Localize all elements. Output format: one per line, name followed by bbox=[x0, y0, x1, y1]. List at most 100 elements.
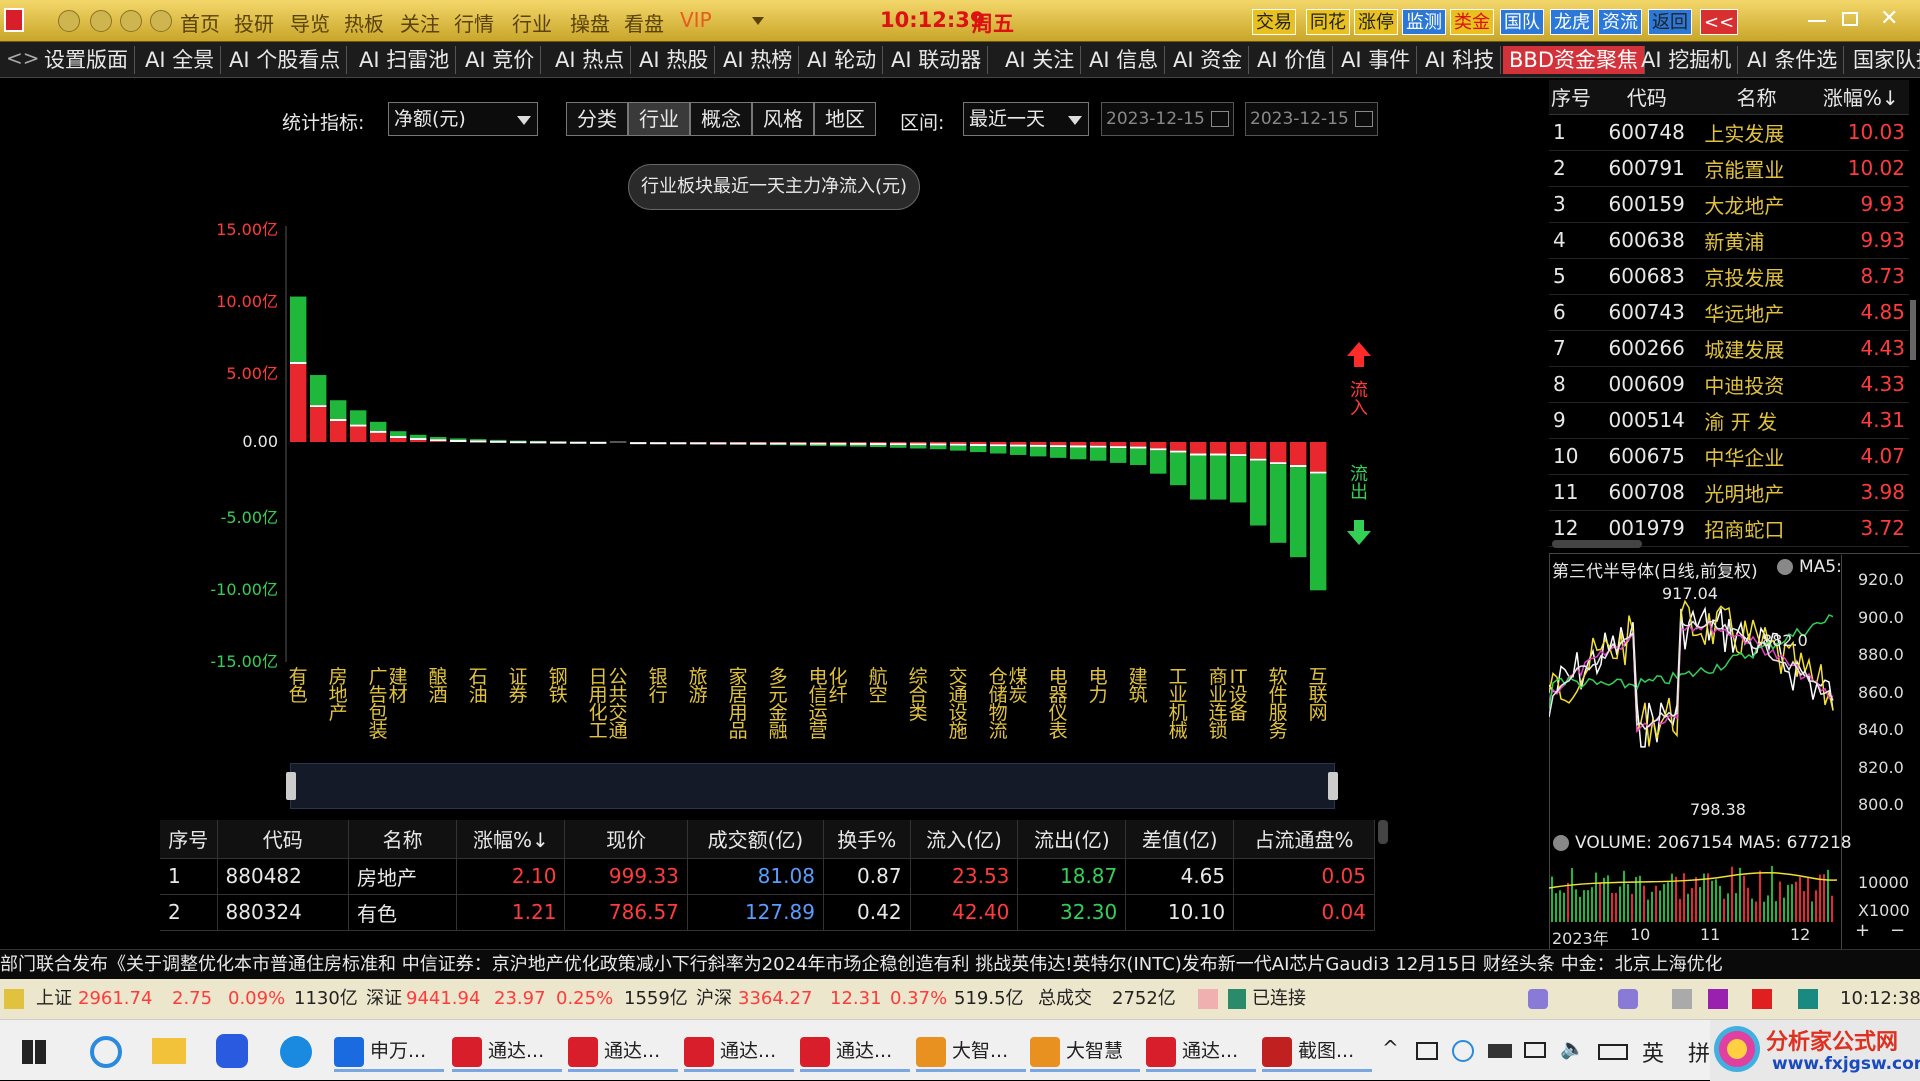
column-header[interactable]: 现价 bbox=[565, 820, 687, 858]
flow-bar[interactable] bbox=[1210, 442, 1226, 500]
stock-row[interactable]: 7600266城建发展4.43 bbox=[1549, 330, 1909, 366]
flow-bar[interactable] bbox=[870, 442, 886, 447]
column-header[interactable]: 代码 bbox=[1593, 80, 1700, 114]
flow-bar[interactable] bbox=[750, 442, 766, 445]
quick-button-8[interactable]: 返回 bbox=[1648, 9, 1692, 35]
stock-row[interactable]: 3600159大龙地产9.93 bbox=[1549, 186, 1909, 222]
stock-list-scrollbar[interactable] bbox=[1910, 300, 1916, 360]
tray-icon[interactable] bbox=[1416, 1042, 1438, 1060]
stock-row[interactable]: 11600708光明地产3.98 bbox=[1549, 474, 1909, 510]
flow-bar[interactable] bbox=[630, 442, 646, 444]
taskbar-app-2[interactable]: 通达... bbox=[568, 1030, 678, 1072]
app-blue-icon[interactable] bbox=[216, 1034, 248, 1068]
taskbar-app-4[interactable]: 通达... bbox=[800, 1030, 910, 1072]
zoom-in-icon[interactable]: + bbox=[1855, 920, 1870, 941]
table-row[interactable]: 1880482房地产2.10999.3381.080.8723.5318.874… bbox=[160, 858, 1375, 894]
column-header[interactable]: 流出(亿) bbox=[1018, 820, 1126, 858]
table-row[interactable]: 2880324有色1.21786.57127.890.4242.4032.301… bbox=[160, 894, 1375, 930]
flow-bar[interactable] bbox=[490, 440, 506, 443]
volume-icon[interactable]: 🔈 bbox=[1560, 1036, 1585, 1060]
flow-bar[interactable] bbox=[710, 442, 726, 444]
stock-row[interactable]: 5600683京投发展8.73 bbox=[1549, 258, 1909, 294]
flow-bar[interactable] bbox=[570, 442, 586, 444]
flow-bar[interactable] bbox=[530, 441, 546, 444]
tool-icon[interactable] bbox=[1672, 989, 1692, 1009]
flow-bar[interactable] bbox=[670, 442, 686, 444]
maximize-icon[interactable] bbox=[1842, 12, 1858, 26]
chart-range-slider[interactable] bbox=[290, 763, 1335, 809]
column-header[interactable]: 涨幅%↓ bbox=[1812, 80, 1909, 114]
range-handle-right[interactable] bbox=[1328, 772, 1338, 800]
stock-row[interactable]: 8000609中迪投资4.33 bbox=[1549, 366, 1909, 402]
minimize-icon[interactable] bbox=[1808, 20, 1826, 22]
flow-bar[interactable] bbox=[410, 435, 426, 442]
zoom-out-icon[interactable]: − bbox=[1890, 920, 1905, 941]
sz-name[interactable]: 深证 bbox=[366, 979, 402, 1019]
tool-icon[interactable] bbox=[1618, 989, 1638, 1009]
tray-icon[interactable] bbox=[1452, 1040, 1474, 1062]
flow-bar[interactable] bbox=[970, 442, 986, 452]
flow-bar[interactable] bbox=[1250, 442, 1266, 526]
column-header[interactable]: 成交额(亿) bbox=[687, 820, 823, 858]
flow-bar[interactable] bbox=[830, 442, 846, 446]
notify-icon[interactable] bbox=[1198, 989, 1218, 1009]
flow-bar[interactable] bbox=[1070, 442, 1086, 459]
alert-icon[interactable] bbox=[1752, 989, 1772, 1009]
flow-bar[interactable] bbox=[850, 442, 866, 447]
quick-button-3[interactable]: 监测 bbox=[1402, 9, 1446, 35]
stock-row[interactable]: 9000514渝 开 发4.31 bbox=[1549, 402, 1909, 438]
stock-list-hscroll[interactable] bbox=[1552, 540, 1642, 548]
flow-bar[interactable] bbox=[930, 442, 946, 449]
flow-bar[interactable] bbox=[990, 442, 1006, 454]
keyboard-icon[interactable] bbox=[1598, 1044, 1628, 1060]
column-header[interactable]: 序号 bbox=[1549, 80, 1593, 114]
flow-bar[interactable] bbox=[890, 442, 906, 448]
file-explorer-icon[interactable] bbox=[152, 1038, 186, 1064]
flow-bar[interactable] bbox=[910, 442, 926, 448]
settings-icon[interactable] bbox=[1777, 559, 1793, 575]
flow-bar[interactable] bbox=[790, 442, 806, 446]
hs-name[interactable]: 沪深 bbox=[696, 979, 732, 1019]
news-ticker[interactable]: 部门联合发布《关于调整优化本市普通住房标准和 中信证券：京沪地产优化政策减小下行… bbox=[0, 949, 1920, 979]
stock-row[interactable]: 1600748上实发展10.03 bbox=[1549, 114, 1909, 150]
stock-row[interactable]: 6600743华远地产4.85 bbox=[1549, 294, 1909, 330]
flow-bar[interactable] bbox=[1130, 442, 1146, 465]
column-header[interactable]: 涨幅%↓ bbox=[457, 820, 565, 858]
ime-label-2[interactable]: 拼 bbox=[1688, 1036, 1710, 1068]
tray-expand-icon[interactable]: ^ bbox=[1382, 1036, 1399, 1060]
column-header[interactable]: 流入(亿) bbox=[910, 820, 1018, 858]
flow-bar[interactable] bbox=[470, 439, 486, 442]
sh-name[interactable]: 上证 bbox=[36, 979, 72, 1019]
app-icon[interactable] bbox=[1798, 989, 1818, 1009]
column-header[interactable]: 差值(亿) bbox=[1126, 820, 1234, 858]
flow-bar[interactable] bbox=[1190, 442, 1206, 500]
display-icon[interactable] bbox=[1524, 1042, 1546, 1058]
quick-button-4[interactable]: 类金 bbox=[1450, 9, 1494, 35]
close-icon[interactable]: ✕ bbox=[1880, 6, 1898, 31]
quick-button-5[interactable]: 国队 bbox=[1500, 9, 1544, 35]
flow-bar[interactable] bbox=[290, 297, 306, 442]
column-header[interactable]: 换手% bbox=[823, 820, 910, 858]
flow-bar[interactable] bbox=[590, 442, 606, 444]
volume-toggle-icon[interactable] bbox=[1553, 835, 1569, 851]
flow-bar[interactable] bbox=[1230, 442, 1246, 502]
flow-bar[interactable] bbox=[550, 441, 566, 443]
taskbar-app-7[interactable]: 通达... bbox=[1146, 1030, 1256, 1072]
flow-bar[interactable] bbox=[810, 442, 826, 446]
flow-bar[interactable] bbox=[1270, 442, 1286, 543]
flow-bar[interactable] bbox=[1030, 442, 1046, 456]
table-scrollbar[interactable] bbox=[1378, 820, 1388, 844]
taskbar-app-5[interactable]: 大智... bbox=[916, 1030, 1026, 1072]
column-header[interactable]: 序号 bbox=[160, 820, 217, 858]
tool-icon[interactable] bbox=[1708, 989, 1728, 1009]
stock-row[interactable]: 10600675中华企业4.07 bbox=[1549, 438, 1909, 474]
taskbar-app-8[interactable]: 截图... bbox=[1262, 1030, 1372, 1072]
tab-19[interactable]: 国家队持 bbox=[1847, 46, 1920, 74]
tab-15[interactable]: AI 科技 bbox=[1419, 46, 1501, 74]
flow-bar[interactable] bbox=[1090, 442, 1106, 461]
column-header[interactable]: 名称 bbox=[1700, 80, 1812, 114]
taskbar-app-6[interactable]: 大智慧 bbox=[1030, 1030, 1140, 1072]
flow-bar[interactable] bbox=[950, 442, 966, 451]
tab-16[interactable]: BBD资金聚焦 bbox=[1503, 46, 1645, 74]
edge-browser-icon[interactable] bbox=[280, 1036, 312, 1068]
